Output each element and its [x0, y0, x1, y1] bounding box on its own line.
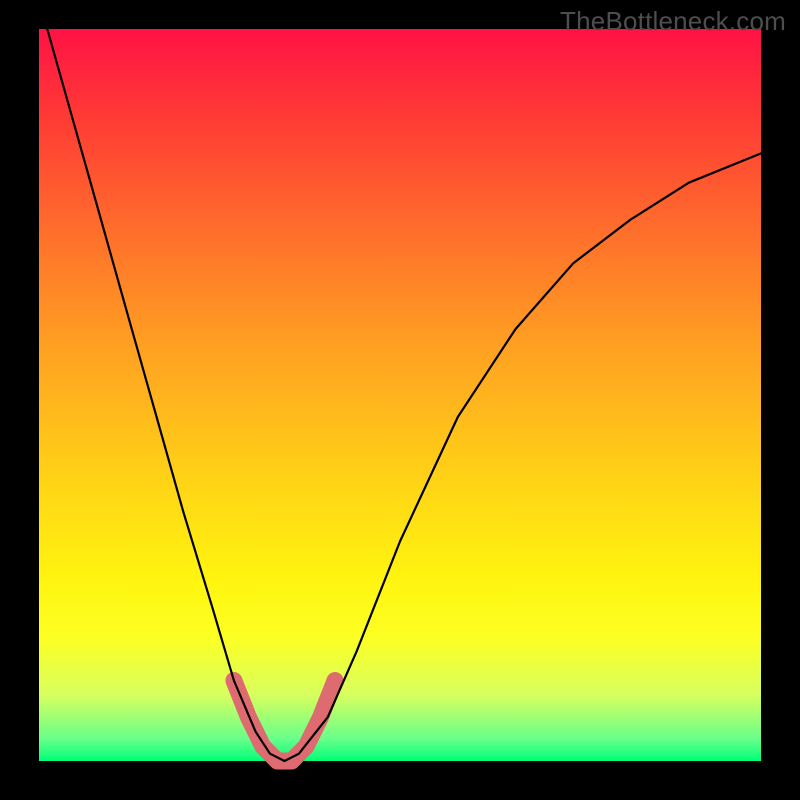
- watermark-text: TheBottleneck.com: [560, 6, 786, 37]
- optimal-zone-highlight: [234, 681, 335, 762]
- chart-frame: TheBottleneck.com: [0, 0, 800, 800]
- plot-area: [39, 29, 761, 761]
- bottleneck-curve: [39, 0, 761, 761]
- curve-svg: [39, 29, 761, 761]
